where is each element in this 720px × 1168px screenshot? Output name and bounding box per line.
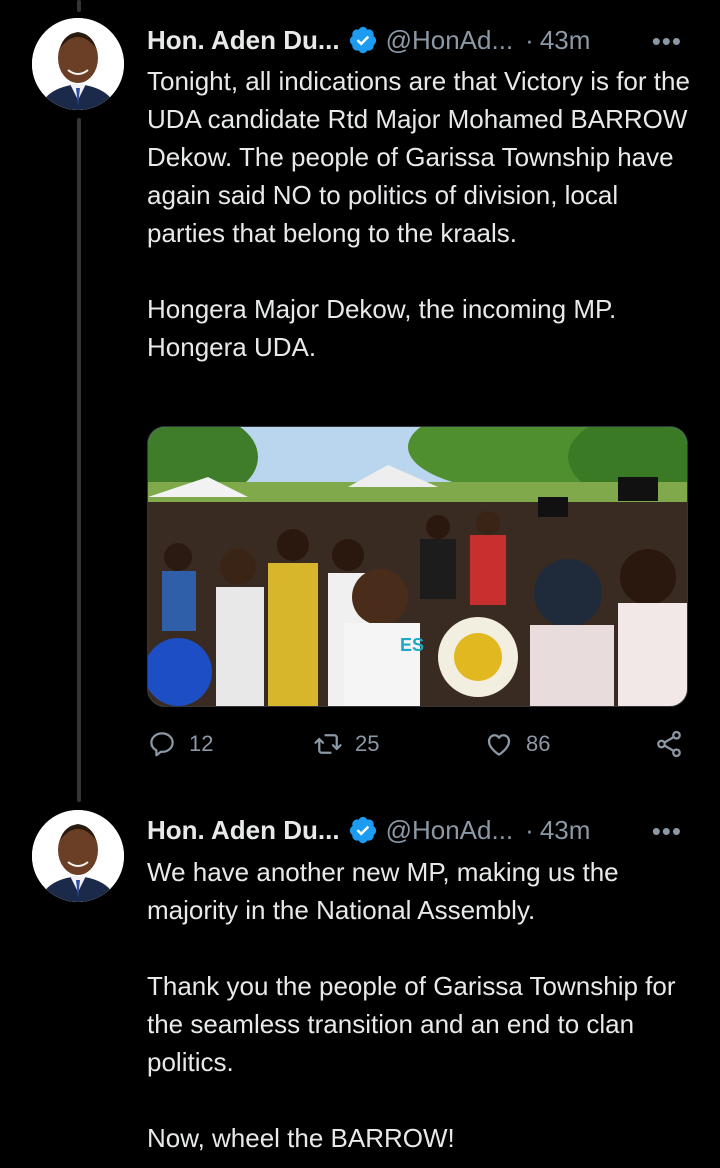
separator-dot: · xyxy=(525,24,534,55)
retweet-count: 25 xyxy=(355,731,380,756)
more-options-icon[interactable]: ••• xyxy=(652,816,682,847)
like-count: 86 xyxy=(526,731,551,756)
reply-icon xyxy=(150,732,174,757)
reply-button[interactable]: 12 xyxy=(147,729,213,759)
handle[interactable]: @HonAd... xyxy=(386,25,514,56)
reply-count: 12 xyxy=(189,731,214,756)
share-button[interactable] xyxy=(654,729,684,759)
avatar[interactable] xyxy=(32,810,124,902)
verified-badge-icon xyxy=(348,25,378,55)
handle[interactable]: @HonAd... xyxy=(386,815,514,846)
tweet[interactable]: Hon. Aden Du... @HonAd... · 43m ••• Toni… xyxy=(0,0,720,800)
profile-photo xyxy=(32,810,124,902)
timestamp[interactable]: 43m xyxy=(540,815,591,846)
heart-icon xyxy=(487,734,511,756)
share-icon xyxy=(657,730,681,758)
tweet-header: Hon. Aden Du... @HonAd... · 43m xyxy=(147,20,590,60)
tweet-media[interactable]: ES xyxy=(147,426,688,707)
like-button[interactable]: 86 xyxy=(484,729,550,759)
tweet-actions: 12 25 86 xyxy=(147,729,687,769)
separator-dot: · xyxy=(525,814,534,845)
retweet-icon xyxy=(314,734,342,754)
retweet-button[interactable]: 25 xyxy=(313,729,379,759)
tweet-text: Tonight, all indications are that Victor… xyxy=(147,66,690,362)
tweet-text: We have another new MP, making us the ma… xyxy=(147,857,676,1153)
tweet[interactable]: Hon. Aden Du... @HonAd... · 43m ••• We h… xyxy=(0,800,720,1168)
timestamp[interactable]: 43m xyxy=(540,25,591,56)
profile-photo xyxy=(32,18,124,110)
display-name[interactable]: Hon. Aden Du... xyxy=(147,815,340,846)
tweet-header: Hon. Aden Du... @HonAd... · 43m xyxy=(147,810,590,850)
display-name[interactable]: Hon. Aden Du... xyxy=(147,25,340,56)
more-options-icon[interactable]: ••• xyxy=(652,26,682,57)
verified-badge-icon xyxy=(348,815,378,845)
media-sign-text: ES xyxy=(400,635,424,655)
crowd-photo: ES xyxy=(148,427,687,706)
avatar[interactable] xyxy=(32,18,124,110)
